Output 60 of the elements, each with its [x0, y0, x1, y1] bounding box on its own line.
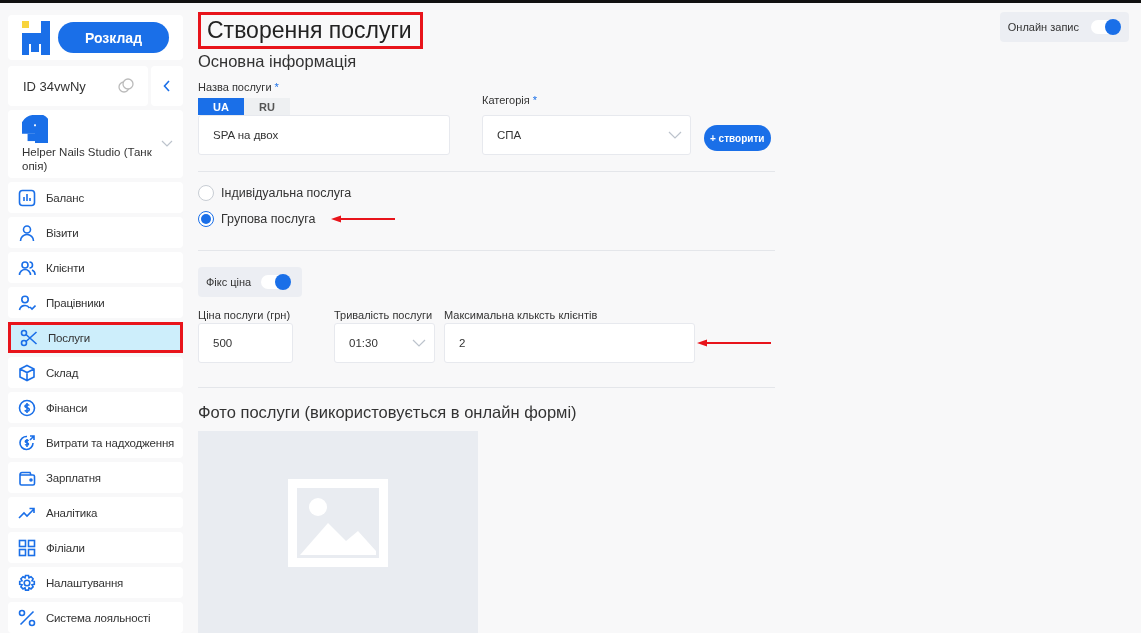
- sidebar-item[interactable]: Склад: [8, 357, 183, 388]
- scissors-icon: [20, 328, 38, 347]
- toggle-switch[interactable]: [1091, 20, 1121, 34]
- radio-label: Групова послуга: [221, 212, 316, 226]
- field-label: Назва послуги *: [198, 81, 280, 93]
- percent-icon: [18, 608, 36, 627]
- collapse-button[interactable]: [151, 66, 183, 106]
- sidebar-item[interactable]: Працівники: [8, 287, 183, 318]
- online-booking-toggle[interactable]: Онлайн запис: [999, 12, 1129, 42]
- chevron-down-icon: [412, 339, 426, 347]
- chevron-down-icon: [668, 131, 682, 139]
- people-icon: [18, 258, 36, 277]
- section-heading: Фото послуги (використовується в онлайн формі): [198, 403, 578, 422]
- price-field[interactable]: 500: [198, 323, 293, 363]
- dollar-icon: [18, 398, 36, 417]
- copy-icon[interactable]: [118, 78, 134, 94]
- sidebar-item[interactable]: Філіали: [8, 532, 183, 563]
- studio-logo-icon: [22, 115, 48, 144]
- gear-icon: [18, 573, 36, 592]
- sidebar-item[interactable]: Аналітика: [8, 497, 183, 528]
- studio-name: Helper Nails Studio (Танкопія): [22, 146, 153, 173]
- chevron-left-icon: [163, 80, 171, 92]
- language-tab[interactable]: RU: [244, 98, 290, 115]
- service-name-field[interactable]: SPA на двох: [198, 115, 450, 155]
- category-select[interactable]: СПА: [482, 115, 691, 155]
- radio-button[interactable]: [198, 211, 214, 227]
- sidebar-item[interactable]: Послуги: [8, 322, 183, 353]
- language-tab[interactable]: UA: [198, 98, 244, 115]
- sidebar-item[interactable]: Візити: [8, 217, 183, 248]
- toggle-switch[interactable]: [261, 275, 292, 289]
- sidebar-item[interactable]: Клієнти: [8, 252, 183, 283]
- section-heading: Основна інформація: [198, 52, 358, 71]
- field-label: Категорія *: [482, 94, 539, 106]
- field-label: Тривалість послуги: [334, 309, 434, 321]
- account-id: ID 34vwNy: [23, 78, 86, 94]
- sidebar-item[interactable]: Витрати та надходження: [8, 427, 183, 458]
- sidebar-item[interactable]: Система лояльності: [8, 602, 183, 633]
- max-clients-field[interactable]: 2: [444, 323, 695, 363]
- person-icon: [18, 223, 36, 242]
- sidebar-item[interactable]: Налаштування: [8, 567, 183, 598]
- annotation-arrow: [330, 215, 395, 223]
- sidebar-item[interactable]: Фінанси: [8, 392, 183, 423]
- duration-select[interactable]: 01:30: [334, 323, 435, 363]
- studio-selector[interactable]: Helper Nails Studio (Танкопія): [8, 110, 183, 178]
- field-label: Максимальна кльксть клієнтів: [444, 309, 599, 321]
- grid-icon: [18, 538, 36, 557]
- schedule-button[interactable]: Розклад: [58, 22, 169, 53]
- chevron-down-icon: [161, 140, 173, 148]
- radio-label: Індивідуальна послуга: [221, 186, 352, 200]
- page-title: Створення послуги: [198, 12, 423, 49]
- exchange-icon: [18, 433, 36, 452]
- chart-icon: [18, 188, 36, 207]
- box-icon: [18, 363, 36, 382]
- field-label: Ціна послуги (грн): [198, 309, 292, 321]
- create-button[interactable]: + створити: [704, 125, 771, 151]
- sidebar-item[interactable]: Баланс: [8, 182, 183, 213]
- fixed-price-toggle[interactable]: Фікс ціна: [198, 267, 302, 297]
- logo-icon: [22, 20, 50, 55]
- sidebar-item[interactable]: Зарплатня: [8, 462, 183, 493]
- staff-icon: [18, 293, 36, 312]
